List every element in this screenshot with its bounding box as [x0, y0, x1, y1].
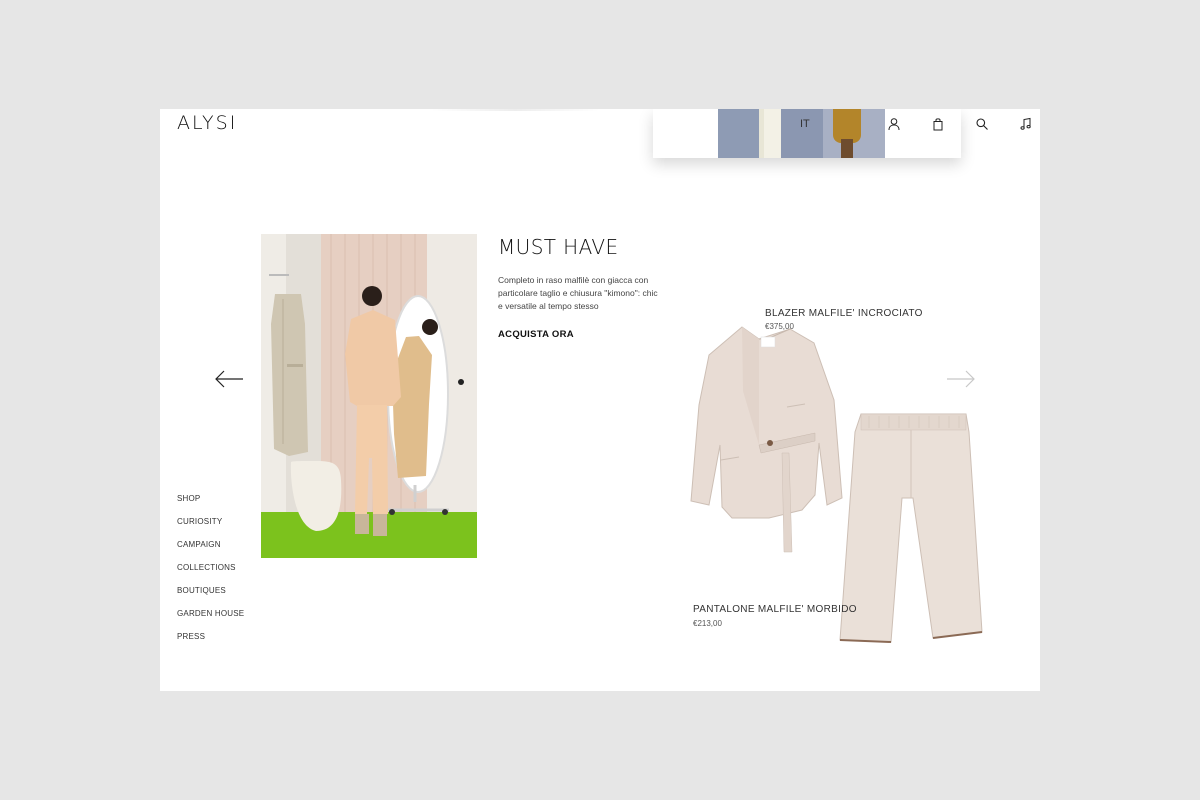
search-icon[interactable]: [975, 117, 989, 131]
bag-icon[interactable]: [931, 117, 945, 131]
trousers-product-image[interactable]: [839, 412, 984, 643]
language-switch[interactable]: IT: [800, 118, 810, 130]
nav-item-press[interactable]: PRESS: [177, 631, 244, 654]
feature-headline: MUST HAVE: [498, 235, 619, 259]
product-name-trousers[interactable]: PANTALONE MALFILE' MORBIDO: [693, 604, 857, 615]
preview-thumbnail[interactable]: [718, 109, 759, 158]
nav-item-shop[interactable]: SHOP: [177, 493, 244, 516]
preview-thumbnail[interactable]: [823, 109, 885, 158]
next-arrow-icon[interactable]: [945, 368, 977, 390]
page-frame: ALYSI IT SHOP CURIOSITY CAMPAIGN COLLECT…: [160, 109, 1040, 691]
previous-arrow-icon[interactable]: [213, 368, 245, 390]
preview-figure: [833, 109, 861, 143]
shop-now-link[interactable]: ACQUISTA ORA: [498, 329, 574, 340]
product-name-blazer[interactable]: BLAZER MALFILE' INCROCIATO: [765, 308, 923, 319]
music-icon[interactable]: [1019, 117, 1033, 131]
preview-thumbnail: [764, 109, 781, 158]
brand-logo[interactable]: ALYSI: [177, 112, 237, 134]
nav-item-curiosity[interactable]: CURIOSITY: [177, 516, 244, 539]
nav-item-garden-house[interactable]: GARDEN HOUSE: [177, 608, 244, 631]
nav-item-collections[interactable]: COLLECTIONS: [177, 562, 244, 585]
preview-figure-legs: [841, 139, 853, 158]
product-price-trousers: €213,00: [693, 619, 722, 628]
side-navigation: SHOP CURIOSITY CAMPAIGN COLLECTIONS BOUT…: [177, 493, 244, 654]
header-dropdown-preview: [653, 109, 961, 158]
feature-description: Completo in raso malfilè con giacca con …: [498, 275, 658, 311]
user-icon[interactable]: [887, 117, 901, 131]
nav-item-boutiques[interactable]: BOUTIQUES: [177, 585, 244, 608]
header-shadow-divider: [430, 109, 600, 111]
preview-thumbnail[interactable]: [781, 109, 823, 158]
nav-item-campaign[interactable]: CAMPAIGN: [177, 539, 244, 562]
campaign-photo: [261, 234, 477, 558]
blazer-product-image[interactable]: [687, 325, 847, 553]
